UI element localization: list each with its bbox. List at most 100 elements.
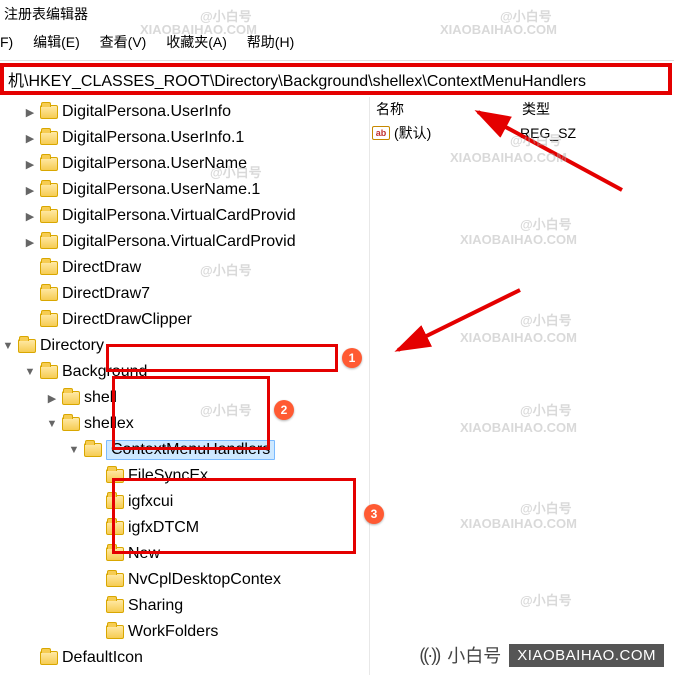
string-value-icon: ab [372, 126, 390, 140]
tree-item[interactable]: ▶ shell [0, 385, 369, 411]
value-type: REG_SZ [520, 125, 668, 141]
menu-edit[interactable]: 编辑(E) [25, 30, 88, 54]
tree-item-label: Directory [40, 337, 104, 355]
tree-item[interactable]: ▼ shellex [0, 411, 369, 437]
chevron-right-icon[interactable]: ▶ [22, 158, 38, 171]
folder-icon [106, 599, 124, 613]
tree-item-label: shellex [84, 415, 134, 433]
tree-item-label: DigitalPersona.VirtualCardProvid [62, 233, 296, 251]
tree-item-label: DirectDrawClipper [62, 311, 192, 329]
tree-item[interactable]: ▶ DigitalPersona.UserName [0, 151, 369, 177]
chevron-down-icon[interactable]: ▼ [0, 340, 16, 352]
tree-item[interactable]: NvCplDesktopContex [0, 567, 369, 593]
folder-icon [62, 417, 80, 431]
menu-view[interactable]: 查看(V) [92, 30, 155, 54]
folder-icon [40, 183, 58, 197]
chevron-right-icon[interactable]: ▶ [22, 236, 38, 249]
folder-icon [18, 339, 36, 353]
menu-favorites[interactable]: 收藏夹(A) [158, 30, 235, 54]
chevron-down-icon[interactable]: ▼ [66, 444, 82, 456]
tree-item-label: igfxDTCM [128, 519, 199, 537]
tree-item-label: shell [84, 389, 117, 407]
values-pane[interactable]: 名称 类型 ab (默认) REG_SZ [370, 97, 674, 675]
tree-item-label: New [128, 545, 160, 563]
folder-icon [106, 469, 124, 483]
values-header: 名称 类型 [370, 97, 674, 123]
tree-item-label: FileSyncEx [128, 467, 208, 485]
folder-icon [40, 235, 58, 249]
watermark-brand-cn: 小白号 [447, 642, 501, 668]
annotation-badge-3: 3 [364, 504, 384, 524]
chevron-right-icon[interactable]: ▶ [44, 392, 60, 405]
tree-item[interactable]: ▶ DigitalPersona.UserName.1 [0, 177, 369, 203]
tree-item[interactable]: ▼ ContextMenuHandlers [0, 437, 369, 463]
tree-item-label: NvCplDesktopContex [128, 571, 281, 589]
watermark-brand-en: XIAOBAIHAO.COM [509, 644, 664, 667]
chevron-right-icon[interactable]: ▶ [22, 106, 38, 119]
tree-item-label: DirectDraw [62, 259, 141, 277]
folder-icon [106, 547, 124, 561]
folder-icon [40, 157, 58, 171]
tree-item[interactable]: ▶ DigitalPersona.VirtualCardProvid [0, 203, 369, 229]
folder-icon [106, 495, 124, 509]
tree-item[interactable]: FileSyncEx [0, 463, 369, 489]
folder-icon [40, 209, 58, 223]
col-name[interactable]: 名称 [376, 99, 522, 119]
folder-icon [40, 365, 58, 379]
tree-item[interactable]: ▼ Background [0, 359, 369, 385]
menu-help[interactable]: 帮助(H) [239, 30, 302, 54]
tree-item[interactable]: igfxDTCM [0, 515, 369, 541]
annotation-badge-2: 2 [274, 400, 294, 420]
folder-icon [106, 521, 124, 535]
tree-item-label: Background [62, 363, 147, 381]
folder-icon [40, 131, 58, 145]
folder-icon [106, 573, 124, 587]
broadcast-icon: ((·)) [419, 645, 439, 666]
tree-item-label: DigitalPersona.UserName.1 [62, 181, 260, 199]
tree-item[interactable]: DirectDraw [0, 255, 369, 281]
tree-item-label: DigitalPersona.UserName [62, 155, 247, 173]
tree-pane[interactable]: ▶ DigitalPersona.UserInfo ▶ DigitalPersona.… [0, 97, 370, 675]
chevron-down-icon[interactable]: ▼ [22, 366, 38, 378]
menu-file-fragment[interactable]: F) [0, 32, 21, 52]
col-type[interactable]: 类型 [522, 99, 668, 119]
folder-icon [62, 391, 80, 405]
menu-bar: F) 编辑(E) 查看(V) 收藏夹(A) 帮助(H) [0, 30, 674, 61]
tree-item-label: Sharing [128, 597, 183, 615]
tree-item[interactable]: ▶ DigitalPersona.VirtualCardProvid [0, 229, 369, 255]
watermark-logo: ((·)) 小白号 XIAOBAIHAO.COM [419, 642, 664, 668]
chevron-right-icon[interactable]: ▶ [22, 184, 38, 197]
tree-item-label: WorkFolders [128, 623, 218, 641]
folder-icon [40, 105, 58, 119]
tree-item-label: DigitalPersona.UserInfo.1 [62, 129, 244, 147]
tree-item[interactable]: ▼ Directory [0, 333, 369, 359]
tree-item-label: DigitalPersona.UserInfo [62, 103, 231, 121]
tree-item-label: DigitalPersona.VirtualCardProvid [62, 207, 296, 225]
tree-item[interactable]: ▶ DigitalPersona.UserInfo.1 [0, 125, 369, 151]
tree-item-label: DefaultIcon [62, 649, 143, 667]
tree-item-label: DirectDraw7 [62, 285, 150, 303]
folder-icon [40, 651, 58, 665]
folder-icon [40, 287, 58, 301]
folder-icon [84, 443, 102, 457]
folder-icon [40, 313, 58, 327]
tree-item[interactable]: New [0, 541, 369, 567]
annotation-badge-1: 1 [342, 348, 362, 368]
tree-item[interactable]: WorkFolders [0, 619, 369, 645]
tree-item[interactable]: ▶ DigitalPersona.UserInfo [0, 99, 369, 125]
chevron-right-icon[interactable]: ▶ [22, 210, 38, 223]
address-bar[interactable]: 机\HKEY_CLASSES_ROOT\Directory\Background… [8, 67, 664, 91]
folder-icon [106, 625, 124, 639]
tree-item[interactable]: Sharing [0, 593, 369, 619]
tree-item[interactable]: DirectDraw7 [0, 281, 369, 307]
value-row[interactable]: ab (默认) REG_SZ [370, 123, 674, 143]
chevron-right-icon[interactable]: ▶ [22, 132, 38, 145]
tree-item-label: ContextMenuHandlers [106, 440, 275, 460]
address-bar-container: 机\HKEY_CLASSES_ROOT\Directory\Background… [0, 63, 672, 95]
chevron-down-icon[interactable]: ▼ [44, 418, 60, 430]
tree-item[interactable]: DirectDrawClipper [0, 307, 369, 333]
tree-item[interactable]: DefaultIcon [0, 645, 369, 671]
tree-item[interactable]: igfxcui [0, 489, 369, 515]
tree-item-label: igfxcui [128, 493, 173, 511]
window-title: 注册表编辑器 [0, 0, 674, 30]
